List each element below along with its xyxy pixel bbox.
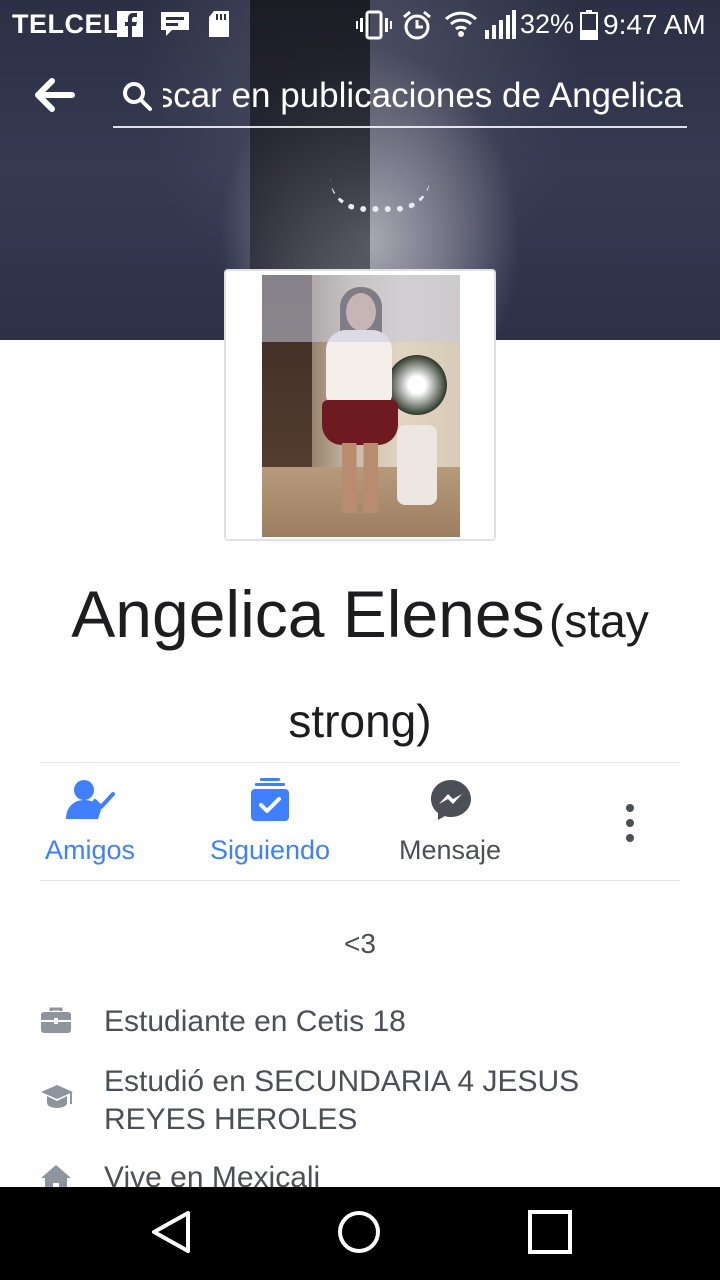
message-notification-icon xyxy=(161,12,189,36)
profile-name-main: Angelica Elenes xyxy=(71,577,545,651)
messenger-icon xyxy=(431,780,471,820)
battery-percent: 32% xyxy=(520,9,575,39)
more-dot-icon xyxy=(626,834,634,842)
carrier-label: TELCEL xyxy=(12,9,120,39)
more-dot-icon xyxy=(626,819,634,827)
home-circle-icon[interactable] xyxy=(336,1209,382,1255)
message-button[interactable]: Mensaje xyxy=(380,775,520,875)
info-text-work: Estudiante en Cetis 18 xyxy=(104,1005,406,1038)
profile-name: Angelica Elenes (stay strong) xyxy=(40,570,680,777)
profile-picture[interactable] xyxy=(224,269,496,541)
wifi-icon xyxy=(444,11,478,37)
friends-button[interactable]: Amigos xyxy=(20,775,160,875)
search-input[interactable]: Buscar en publicaciones de Angelica xyxy=(113,70,687,128)
graduation-cap-icon xyxy=(41,1085,73,1108)
back-button[interactable] xyxy=(30,72,80,118)
following-check-icon xyxy=(251,778,289,821)
cell-signal-icon xyxy=(485,10,516,39)
following-button[interactable]: Siguiendo xyxy=(200,775,340,875)
friends-check-icon xyxy=(66,780,115,819)
message-label: Mensaje xyxy=(398,835,502,865)
info-text-education: Estudió en SECUNDARIA 4 JESUS REYES HERO… xyxy=(104,1065,580,1136)
profile-bio: <3 xyxy=(344,928,376,959)
arrow-left-icon xyxy=(35,78,75,112)
more-options-button[interactable] xyxy=(612,800,648,846)
search-query-text: Buscar en publicaciones de Angelica xyxy=(163,76,683,115)
recents-square-icon[interactable] xyxy=(527,1209,573,1255)
sd-card-icon xyxy=(209,11,229,37)
friends-label: Amigos xyxy=(44,835,136,865)
back-triangle-icon[interactable] xyxy=(148,1209,194,1255)
divider xyxy=(40,880,680,881)
search-icon xyxy=(123,82,152,111)
facebook-notification-icon xyxy=(117,11,143,37)
vibrate-icon xyxy=(356,10,392,40)
system-navigation-bar xyxy=(0,1187,720,1280)
profile-photo-image xyxy=(262,275,460,537)
briefcase-icon xyxy=(41,1007,71,1033)
status-bar: TELCEL 32% 9:47 AM xyxy=(0,0,720,48)
following-label: Siguiendo xyxy=(209,835,331,865)
divider xyxy=(40,762,680,763)
status-clock: 9:47 AM xyxy=(603,9,706,40)
battery-icon xyxy=(580,10,598,40)
more-dot-icon xyxy=(626,804,634,812)
alarm-icon xyxy=(403,10,431,40)
